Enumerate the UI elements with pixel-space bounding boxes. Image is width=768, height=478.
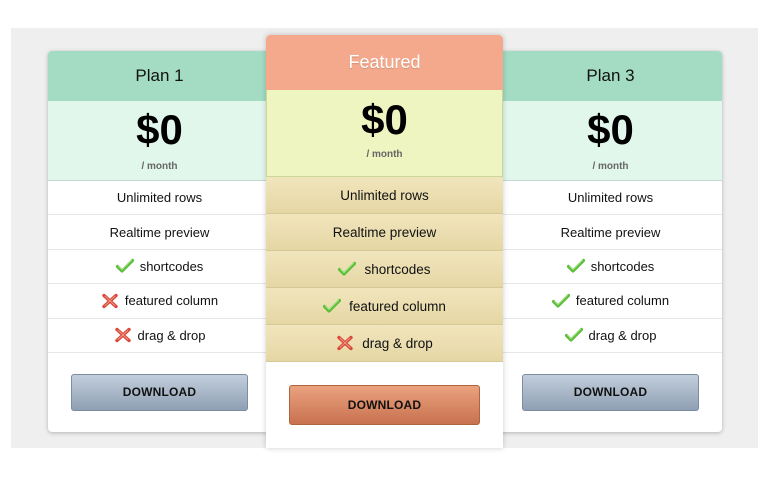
plan-title: Featured [266, 35, 503, 90]
cross-icon [336, 335, 354, 351]
feature-label: Realtime preview [332, 224, 437, 240]
feature-label: shortcodes [364, 261, 431, 277]
price: $0 [136, 106, 183, 153]
feature-label: Realtime preview [109, 224, 210, 240]
price-box: $0 / month [48, 101, 271, 181]
feature-label: featured column [575, 293, 670, 309]
price: $0 [361, 96, 408, 143]
price-period: / month [141, 161, 178, 172]
feature-row: Realtime preview [48, 215, 271, 250]
price-box: $0 / month [499, 101, 722, 181]
plan-column-1: Plan 1 $0 / month Unlimited rows Realtim… [48, 51, 271, 432]
feature-row: shortcodes [266, 251, 503, 288]
plan-column-3: Plan 3 $0 / month Unlimited rows Realtim… [499, 51, 722, 432]
download-button[interactable]: DOWNLOAD [289, 385, 480, 425]
feature-list: Unlimited rows Realtime preview shortcod… [48, 181, 271, 353]
feature-label: drag & drop [588, 327, 657, 343]
download-button[interactable]: DOWNLOAD [522, 373, 699, 411]
check-icon [551, 293, 570, 309]
check-icon [566, 258, 585, 274]
check-icon [323, 298, 342, 314]
feature-label: featured column [124, 293, 219, 309]
feature-list: Unlimited rows Realtime preview shortcod… [266, 177, 503, 362]
feature-label: Realtime preview [560, 224, 661, 240]
feature-row: shortcodes [499, 250, 722, 285]
plan-column-featured: Featured $0 / month Unlimited rows Realt… [266, 35, 503, 448]
feature-label: shortcodes [139, 258, 204, 274]
feature-row: Realtime preview [266, 214, 503, 251]
feature-row: featured column [48, 284, 271, 319]
price-period: / month [592, 161, 629, 172]
cross-icon [114, 327, 132, 343]
feature-row: Unlimited rows [499, 181, 722, 216]
button-wrap: DOWNLOAD [499, 373, 722, 411]
download-button[interactable]: DOWNLOAD [71, 373, 248, 411]
feature-row: featured column [499, 284, 722, 319]
feature-row: shortcodes [48, 250, 271, 285]
price: $0 [587, 106, 634, 153]
feature-list: Unlimited rows Realtime preview shortcod… [499, 181, 722, 353]
feature-label: Unlimited rows [116, 190, 203, 206]
feature-label: shortcodes [590, 258, 655, 274]
plan-title: Plan 1 [48, 51, 271, 101]
feature-row: Unlimited rows [266, 177, 503, 214]
check-icon [115, 258, 134, 274]
feature-label: Unlimited rows [340, 187, 429, 203]
plan-title: Plan 3 [499, 51, 722, 101]
feature-label: featured column [349, 298, 446, 314]
feature-label: drag & drop [137, 327, 206, 343]
price-box: $0 / month [266, 90, 503, 177]
feature-label: drag & drop [362, 335, 433, 351]
feature-row: Realtime preview [499, 215, 722, 250]
feature-row: drag & drop [266, 325, 503, 362]
feature-row: Unlimited rows [48, 181, 271, 216]
button-wrap: DOWNLOAD [266, 385, 503, 425]
button-wrap: DOWNLOAD [48, 373, 271, 411]
feature-row: featured column [266, 288, 503, 325]
cross-icon [101, 293, 119, 309]
feature-label: Unlimited rows [567, 190, 654, 206]
feature-row: drag & drop [499, 319, 722, 353]
check-icon [338, 261, 357, 277]
feature-row: drag & drop [48, 319, 271, 353]
price-period: / month [366, 149, 403, 160]
check-icon [564, 327, 583, 343]
